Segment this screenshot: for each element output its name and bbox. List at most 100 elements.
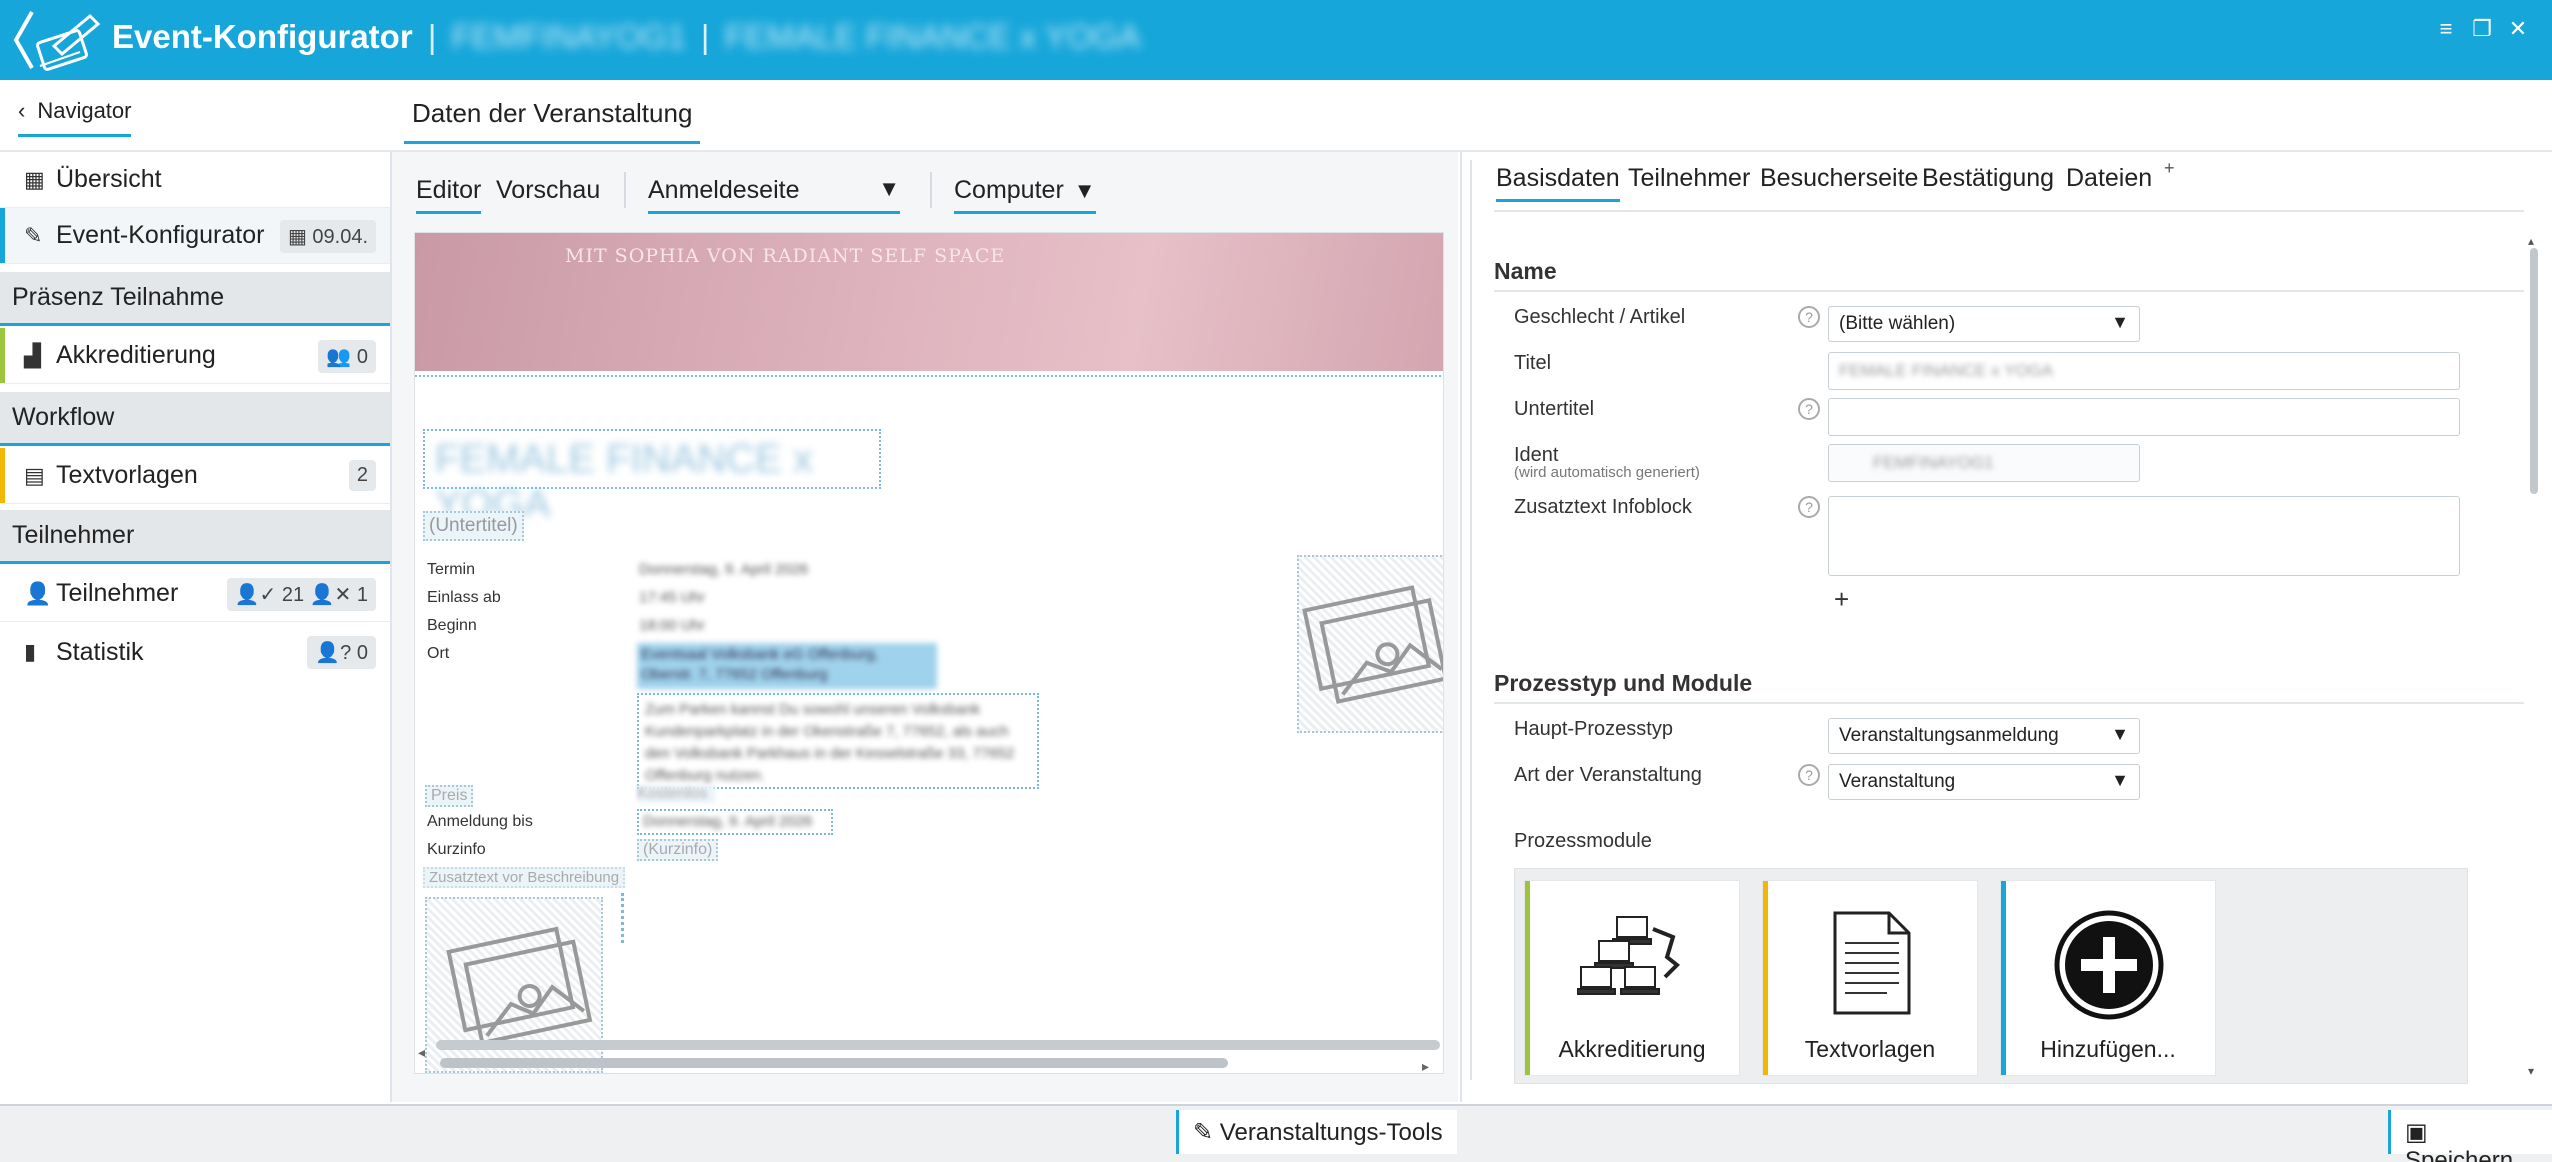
infoblock-textarea[interactable] <box>1828 496 2460 576</box>
sidebar-item-overview[interactable]: ▦ Übersicht <box>0 152 390 208</box>
network-computers-icon <box>1577 916 1680 995</box>
help-icon[interactable]: ? <box>1798 764 1820 786</box>
help-icon[interactable]: ? <box>1798 306 1820 328</box>
active-accent <box>0 208 5 263</box>
main-process-select[interactable]: Veranstaltungsanmeldung ▼ <box>1828 718 2140 754</box>
title-input[interactable]: FEMALE FINANCE x YOGA <box>1828 352 2460 390</box>
scrollbar-thumb[interactable] <box>440 1058 1228 1068</box>
add-field-plus-icon[interactable]: + <box>1834 584 1849 615</box>
sidebar-item-statistics[interactable]: ▮ Statistik 👤? 0 <box>0 624 390 680</box>
location-note-block[interactable]: Zum Parken kannst Du sowohl unseren Volk… <box>637 693 1039 789</box>
sidebar: ▦ Übersicht ✎ Event-Konfigurator ▦ 09.04. … <box>0 152 392 1102</box>
app-title: Event-Konfigurator | FEMFINAYOG1 | FEMAL… <box>112 18 1140 56</box>
section-process: Prozesstyp und Module <box>1494 670 1753 696</box>
reg-until-label: Anmeldung bis <box>427 813 533 830</box>
event-tools-button[interactable]: ✎ Veranstaltungs-Tools <box>1176 1110 1457 1154</box>
device-select-value: Computer <box>954 176 1064 204</box>
navigator-back-link[interactable]: ‹ Navigator <box>18 98 132 137</box>
scroll-up-icon[interactable]: ▴ <box>2528 234 2534 248</box>
title-label: Titel <box>1514 352 1552 374</box>
toolbar-divider <box>930 172 932 208</box>
registered-count: 21 <box>281 584 305 606</box>
count-badge-text: 0 <box>356 346 368 368</box>
sidebar-item-text-templates[interactable]: ▤ Textvorlagen 2 <box>0 448 390 504</box>
device-select[interactable]: Computer ▼ <box>954 176 1096 214</box>
scroll-right-icon[interactable]: ▸ <box>1422 1058 1429 1075</box>
module-card-accreditation[interactable]: Akkreditierung <box>1524 880 1740 1076</box>
scrollbar-thumb[interactable] <box>2530 248 2538 494</box>
section-name: Name <box>1494 258 1557 284</box>
section-presence: Präsenz Teilnahme <box>0 272 390 326</box>
tab-dateien[interactable]: Dateien <box>2066 164 2152 193</box>
form-vertical-scrollbar[interactable]: ▴ ▾ <box>2526 234 2542 1084</box>
event-type-label: Art der Veranstaltung <box>1514 764 1702 786</box>
preview-horizontal-scrollbar[interactable]: ◂ ▸ <box>418 1040 1440 1074</box>
chevron-left-icon: ‹ <box>18 98 26 123</box>
reg-until-block[interactable]: Donnerstag, 9. April 2026 <box>637 809 833 835</box>
module-card-add[interactable]: Hinzufügen... <box>2000 880 2216 1076</box>
app-logo-icon <box>13 11 101 71</box>
sidebar-item-label: Statistik <box>56 637 144 666</box>
modules-label: Prozessmodule <box>1514 830 1652 852</box>
subtitle-input[interactable] <box>1828 398 2460 436</box>
section-divider <box>1494 702 2524 704</box>
sidebar-item-event-configurator[interactable]: ✎ Event-Konfigurator ▦ 09.04. <box>0 208 390 264</box>
save-label: Speichern <box>2405 1147 2514 1162</box>
title-block[interactable]: FEMALE FINANCE x YOGA <box>423 429 881 526</box>
sidebar-item-label: Übersicht <box>56 165 162 193</box>
gender-label: Geschlecht / Artikel <box>1514 306 1686 328</box>
tab-editor[interactable]: Editor <box>416 176 482 214</box>
close-window-icon[interactable]: ✕ <box>2500 16 2536 42</box>
main-process-label: Haupt-Prozesstyp <box>1514 718 1673 740</box>
tab-bestaetigung[interactable]: Bestätigung <box>1922 164 2054 193</box>
save-button[interactable]: ▣ Speichern <box>2388 1110 2552 1162</box>
zusatz-label[interactable]: Zusatztext vor Beschreibung <box>423 867 626 888</box>
main-process-value: Veranstaltungsanmeldung <box>1839 725 2059 746</box>
page-select[interactable]: Anmeldeseite ▼ <box>648 176 900 214</box>
section-divider <box>1494 290 2524 292</box>
panel-divider <box>1470 160 1472 1080</box>
event-type-select[interactable]: Veranstaltung ▼ <box>1828 764 2140 800</box>
scrollbar-track-top <box>436 1040 1440 1050</box>
add-tab-plus-icon[interactable]: + <box>2164 158 2175 179</box>
page-preview[interactable]: MIT SOPHIA VON RADIANT SELF SPACE FEMALE… <box>414 232 1444 1074</box>
scroll-left-icon[interactable]: ◂ <box>418 1044 434 1061</box>
subtitle-placeholder[interactable]: (Untertitel) <box>423 511 524 541</box>
price-label: Preis <box>425 785 474 807</box>
caret-down-icon: ▼ <box>2111 770 2129 790</box>
stamp-icon: ▟ <box>24 342 41 368</box>
top-navigation-bar <box>0 80 2552 152</box>
tab-basisdaten[interactable]: Basisdaten <box>1496 164 1620 202</box>
edit-icon: ✎ <box>24 222 43 248</box>
sidebar-item-label: Teilnehmer <box>56 579 179 607</box>
sidebar-item-accreditation[interactable]: ▟ Akkreditierung 👥 0 <box>0 328 390 384</box>
tab-teilnehmer[interactable]: Teilnehmer <box>1628 164 1750 193</box>
side-image-placeholder[interactable] <box>1297 555 1443 733</box>
sidebar-item-participants[interactable]: 👤 Teilnehmer 👤✓ 21 👤✕ 1 <box>0 566 390 622</box>
help-icon[interactable]: ? <box>1798 496 1820 518</box>
tab-besucherseite[interactable]: Besucherseite <box>1760 164 1918 193</box>
calendar-icon: ▦ <box>287 226 313 248</box>
row-label: Termin <box>427 561 476 578</box>
tab-preview[interactable]: Vorschau <box>496 176 600 205</box>
section-workflow: Workflow <box>0 392 390 446</box>
gender-select[interactable]: (Bitte wählen) ▼ <box>1828 306 2140 342</box>
kurzinfo-value[interactable]: (Kurzinfo) <box>637 839 719 861</box>
restore-window-icon[interactable]: ❐ <box>2464 16 2500 42</box>
user-check-icon: 👤✓ <box>234 584 282 606</box>
reg-until-value: Donnerstag, 9. April 2026 <box>643 813 813 830</box>
scroll-down-icon[interactable]: ▾ <box>2528 1064 2534 1078</box>
user-question-icon: 👤? <box>315 642 357 664</box>
module-label: Akkreditierung <box>1558 1036 1706 1062</box>
caret-down-icon: ▼ <box>1073 178 1096 203</box>
module-card-text-templates[interactable]: Textvorlagen <box>1762 880 1978 1076</box>
title-input-value: FEMALE FINANCE x YOGA <box>1839 361 2054 380</box>
participants-icon: 👤 <box>24 580 52 606</box>
subtitle-label: Untertitel <box>1514 398 1595 420</box>
participants-badge: 👤✓ 21 👤✕ 1 <box>226 578 376 611</box>
help-icon[interactable]: ? <box>1798 398 1820 420</box>
tab-event-data[interactable]: Daten der Veranstaltung <box>404 98 701 144</box>
row-label: Ort <box>427 645 450 662</box>
banner-divider <box>415 375 1443 377</box>
menu-icon[interactable]: ≡ <box>2428 16 2464 42</box>
